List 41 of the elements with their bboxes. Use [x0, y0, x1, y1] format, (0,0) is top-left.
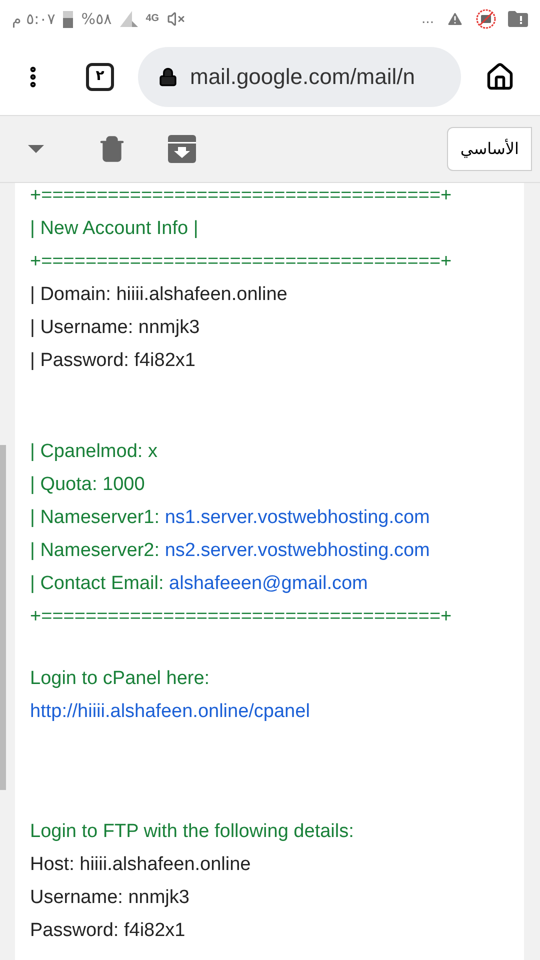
caret-icon[interactable]	[28, 145, 44, 153]
battery-icon	[63, 10, 74, 28]
message-text: Password: f4i82x1	[30, 920, 186, 941]
message-text: | Quota: 1000	[30, 474, 145, 495]
message-link[interactable]: http://hiiii.alshafeen.online/cpanel	[30, 701, 310, 722]
warning-icon	[446, 10, 464, 28]
network-text: 4G	[146, 14, 160, 24]
lock-icon	[158, 66, 178, 86]
field-label: | Contact Email:	[30, 573, 164, 594]
folder-alert-icon	[508, 11, 528, 27]
message-text: | Password: f4i82x1	[30, 350, 196, 371]
blocked-camera-icon	[476, 9, 496, 29]
clock-text: ٥:٠٧ م	[12, 8, 56, 30]
more-text: ...	[421, 8, 434, 29]
message-text: Login to cPanel here:	[30, 668, 210, 689]
tab-count-button[interactable]: ٢	[86, 62, 114, 90]
message-text: Host: hiiii.alshafeen.online	[30, 854, 251, 875]
message-text: | Domain: hiiii.alshafeen.online	[30, 284, 288, 305]
message-link[interactable]: ns1.server.vostwebhosting.com	[164, 507, 430, 528]
message-text: +====================================+	[30, 185, 452, 206]
message-text: | Username: nnmjk3	[30, 317, 200, 338]
archive-icon[interactable]	[168, 135, 196, 163]
mute-icon	[167, 10, 186, 28]
battery-text: %٥٨	[81, 8, 112, 30]
home-button[interactable]	[485, 62, 515, 92]
message-text: +====================================+	[30, 606, 452, 627]
signal-icon	[120, 11, 138, 27]
address-bar[interactable]: mail.google.com/mail/n	[138, 46, 461, 106]
message-text: +====================================+	[30, 251, 452, 272]
field-label: | Nameserver2:	[30, 540, 160, 561]
url-text: mail.google.com/mail/n	[190, 63, 415, 91]
field-label: | Nameserver1:	[30, 507, 160, 528]
message-link[interactable]: ns2.server.vostwebhosting.com	[164, 540, 430, 561]
message-text: Username: nnmjk3	[30, 887, 190, 908]
message-text: | Cpanelmod: x	[30, 441, 158, 462]
category-label[interactable]: الأساسي	[447, 127, 532, 171]
message-link[interactable]: alshafeeen@gmail.com	[169, 573, 368, 594]
scrollbar[interactable]	[0, 445, 6, 790]
message-text: | New Account Info |	[30, 218, 198, 239]
message-text: Login to FTP with the following details:	[30, 821, 354, 842]
delete-icon[interactable]	[98, 135, 126, 163]
